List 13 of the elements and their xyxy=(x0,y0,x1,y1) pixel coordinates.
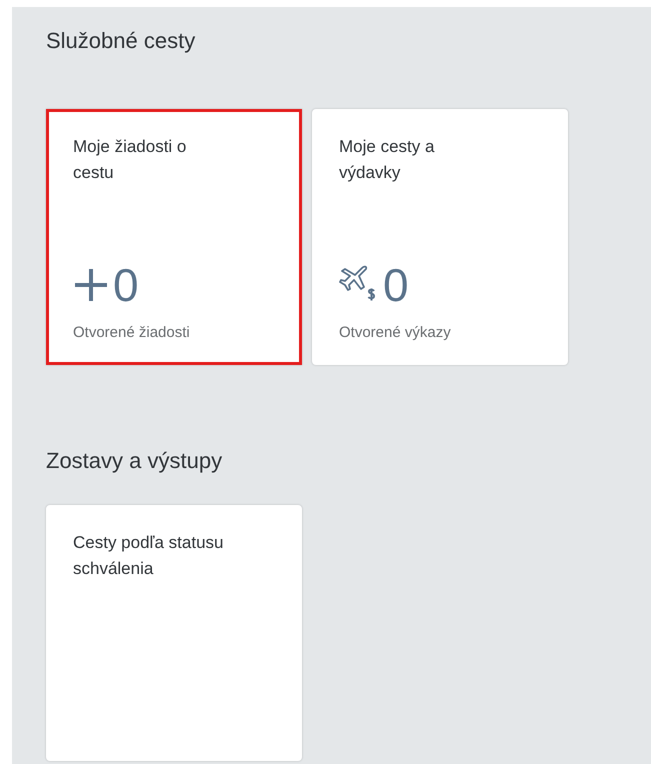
tile-card[interactable]: Moje cesty a výdavky 0 Otvorené výkazy xyxy=(312,109,568,365)
tile-card[interactable]: Moje žiadosti o cestu 0 Otvorené žiadosti xyxy=(46,109,302,365)
tile-title: Cesty podľa statusu schválenia xyxy=(73,532,224,580)
tile-footer: Otvorené žiadosti xyxy=(73,322,275,344)
tile-title: Moje žiadosti o cestu xyxy=(73,136,188,184)
tile-number: 0 xyxy=(113,260,139,310)
tile-title: Moje cesty a výdavky xyxy=(339,136,436,184)
section-title: Zostavy a výstupy xyxy=(46,447,224,475)
tile-footer: Otvorené výkazy xyxy=(339,322,541,344)
tile-card[interactable]: Cesty podľa statusu schválenia xyxy=(46,505,302,761)
section-title: Služobné cesty xyxy=(46,27,196,55)
tile-number: 0 xyxy=(383,260,409,310)
plus-icon xyxy=(73,266,109,302)
